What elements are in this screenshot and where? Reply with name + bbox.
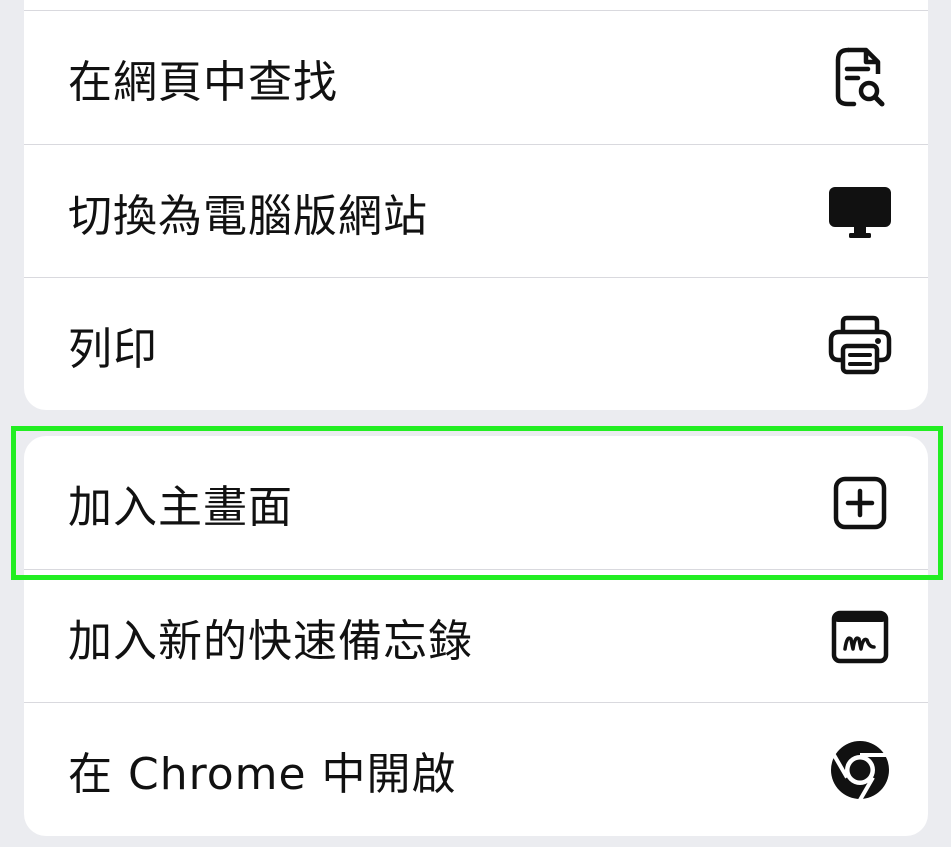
menu-group-page-actions: 在網頁中查找 切換為電腦版網站 列印 (24, 0, 928, 410)
printer-icon (826, 311, 894, 379)
quick-note-icon (826, 603, 894, 671)
menu-item-print[interactable]: 列印 (24, 278, 928, 410)
menu-item-find-in-page[interactable]: 在網頁中查找 (24, 11, 928, 144)
menu-group-share-actions: 加入主畫面 加入新的快速備忘錄 在 Chrome 中開啟 (24, 436, 928, 836)
menu-item-label: 在網頁中查找 (68, 56, 338, 108)
menu-item-label: 加入新的快速備忘錄 (68, 615, 473, 667)
menu-item-new-quick-note[interactable]: 加入新的快速備忘錄 (24, 570, 928, 703)
menu-item-label: 列印 (68, 323, 158, 375)
add-square-icon (826, 469, 894, 537)
menu-item-label: 加入主畫面 (68, 481, 293, 533)
desktop-icon (826, 178, 894, 246)
menu-item-label: 在 Chrome 中開啟 (68, 748, 457, 800)
menu-item-open-in-chrome[interactable]: 在 Chrome 中開啟 (24, 703, 928, 836)
menu-item-add-to-home-screen[interactable]: 加入主畫面 (24, 436, 928, 569)
menu-item-label: 切換為電腦版網站 (68, 190, 428, 242)
find-in-page-icon (826, 44, 894, 112)
menu-item-request-desktop-site[interactable]: 切換為電腦版網站 (24, 145, 928, 278)
chrome-icon (826, 736, 894, 804)
